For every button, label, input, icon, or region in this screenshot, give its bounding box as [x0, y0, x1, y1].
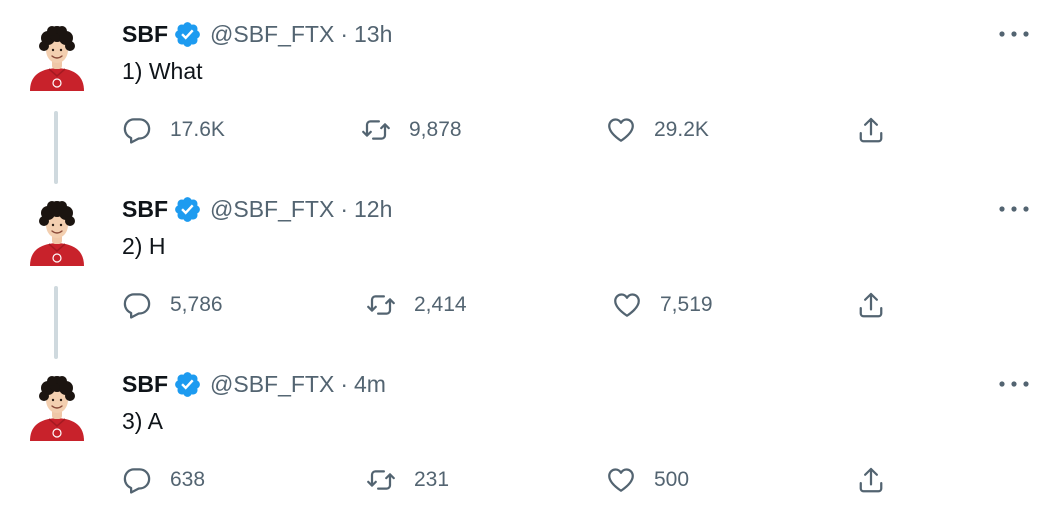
more-options-icon[interactable] [996, 26, 1032, 42]
reply-count: 5,786 [170, 293, 223, 316]
tweet[interactable]: SBF @SBF_FTX · 12h 2) H 5,786 2,414 7,51… [0, 175, 1056, 350]
timestamp[interactable]: 4m [354, 371, 386, 398]
verified-badge-icon [173, 370, 202, 399]
display-name[interactable]: SBF [122, 21, 168, 48]
avatar[interactable] [28, 371, 86, 441]
retweet-icon [366, 290, 396, 320]
user-handle[interactable]: @SBF_FTX [210, 196, 334, 223]
retweet-button[interactable]: 231 [366, 462, 449, 498]
verified-badge-icon [173, 195, 202, 224]
tweet[interactable]: SBF @SBF_FTX · 13h 1) What 17.6K 9,878 2… [0, 0, 1056, 175]
reply-count: 638 [170, 468, 206, 491]
retweet-count: 9,878 [409, 118, 462, 141]
retweet-count: 231 [414, 468, 450, 491]
reply-button[interactable]: 17.6K [122, 112, 225, 148]
tweet[interactable]: SBF @SBF_FTX · 4m 3) A 638 231 500 [0, 350, 1056, 525]
like-icon [606, 115, 636, 145]
share-button[interactable] [856, 112, 886, 148]
tweet-header: SBF @SBF_FTX · 12h [122, 194, 392, 224]
like-count: 500 [654, 468, 690, 491]
user-handle[interactable]: @SBF_FTX [210, 371, 334, 398]
like-icon [606, 465, 636, 495]
like-count: 7,519 [660, 293, 713, 316]
reply-count: 17.6K [170, 118, 225, 141]
avatar[interactable] [28, 21, 86, 91]
like-button[interactable]: 7,519 [612, 287, 713, 323]
share-button[interactable] [856, 462, 886, 498]
timestamp[interactable]: 12h [354, 196, 392, 223]
like-icon [612, 290, 642, 320]
retweet-button[interactable]: 2,414 [366, 287, 467, 323]
display-name[interactable]: SBF [122, 371, 168, 398]
retweet-icon [366, 465, 396, 495]
tweet-text: 3) A [122, 408, 163, 434]
reply-icon [122, 115, 152, 145]
retweet-button[interactable]: 9,878 [361, 112, 462, 148]
reply-button[interactable]: 5,786 [122, 287, 223, 323]
tweet-text: 1) What [122, 58, 203, 84]
more-options-icon[interactable] [996, 201, 1032, 217]
retweet-icon [361, 115, 391, 145]
more-options-icon[interactable] [996, 376, 1032, 392]
tweet-header: SBF @SBF_FTX · 4m [122, 369, 386, 399]
retweet-count: 2,414 [414, 293, 467, 316]
display-name[interactable]: SBF [122, 196, 168, 223]
separator-dot: · [340, 195, 348, 222]
avatar[interactable] [28, 196, 86, 266]
tweet-text: 2) H [122, 233, 166, 259]
like-count: 29.2K [654, 118, 709, 141]
timestamp[interactable]: 13h [354, 21, 392, 48]
share-button[interactable] [856, 287, 886, 323]
verified-badge-icon [173, 20, 202, 49]
reply-icon [122, 290, 152, 320]
reply-icon [122, 465, 152, 495]
separator-dot: · [340, 20, 348, 47]
like-button[interactable]: 500 [606, 462, 689, 498]
share-icon [856, 115, 886, 145]
user-handle[interactable]: @SBF_FTX [210, 21, 334, 48]
reply-button[interactable]: 638 [122, 462, 205, 498]
like-button[interactable]: 29.2K [606, 112, 709, 148]
tweet-header: SBF @SBF_FTX · 13h [122, 19, 392, 49]
share-icon [856, 465, 886, 495]
share-icon [856, 290, 886, 320]
separator-dot: · [340, 370, 348, 397]
